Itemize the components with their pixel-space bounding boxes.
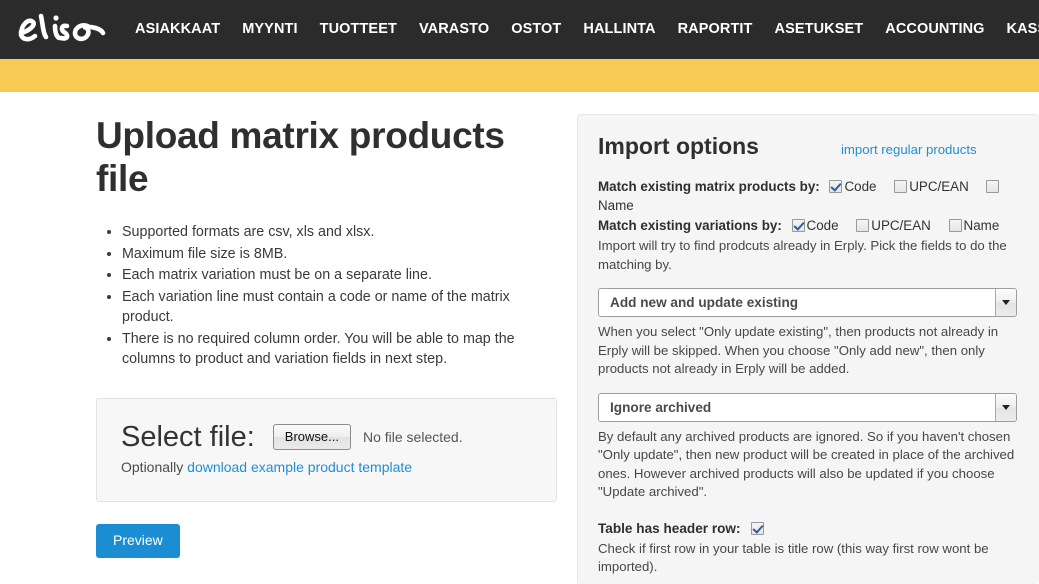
match-variations-row: Match existing variations by: Code UPC/E… [598,216,1017,235]
top-navigation-bar: ASIAKKAAT MYYNTI TUOTTEET VARASTO OSTOT … [0,0,1039,59]
list-item: Supported formats are csv, xls and xlsx. [122,222,536,243]
chevron-down-icon[interactable] [995,393,1016,421]
chevron-down-icon-glyph [1002,404,1010,410]
checkbox-variation-code[interactable] [791,219,805,232]
checkbox-matrix-code[interactable] [829,180,843,193]
select-file-row: Select file: Browse... No file selected. [121,421,532,453]
download-template-link[interactable]: download example product template [187,459,412,475]
import-mode-select-value[interactable]: Add new and update existing [599,289,995,316]
import-options-header: Import options import regular products [598,133,1017,160]
checkbox-variation-name-label: Name [963,218,1000,233]
optionally-label: Optionally [121,458,188,475]
optional-template-line: Optionally download example product temp… [121,459,532,475]
select-file-label: Select file: [121,420,255,453]
chevron-down-icon-glyph [1002,300,1010,305]
checkbox-variation-upcean[interactable] [856,219,870,232]
requirements-list: Supported formats are csv, xls and xlsx.… [96,222,536,370]
list-item: Maximum file size is 8MB. [122,244,536,265]
import-options-title: Import options [598,133,759,159]
nav-link-asiakkaat[interactable]: ASIAKKAAT [124,0,231,59]
nav-link-ostot[interactable]: OSTOT [500,0,572,59]
import-regular-products-link[interactable]: import regular products [841,142,977,157]
nav-link-myynti[interactable]: MYYNTI [231,0,308,59]
checkbox-matrix-upcean[interactable] [894,180,908,193]
page-body: Upload matrix products file Supported fo… [0,92,1039,584]
list-item: There is no required column order. You w… [122,329,536,370]
nav-link-asetukset[interactable]: ASETUKSET [764,0,875,59]
match-matrix-products-row: Match existing matrix products by: Code … [598,177,1017,215]
checkbox-table-header-row[interactable] [750,521,764,535]
archived-mode-select[interactable]: Ignore archived [598,392,1017,422]
import-mode-select[interactable]: Add new and update existing [598,288,1017,317]
table-header-row-block: Table has header row: Check if first row… [598,520,1017,577]
upload-section: Upload matrix products file Supported fo… [0,92,577,558]
import-options-panel: Import options import regular products M… [577,114,1039,584]
table-header-row-hint: Check if first row in your table is titl… [598,540,989,575]
accent-band [0,59,1039,92]
nav-link-tuotteet[interactable]: TUOTTEET [309,0,408,59]
elisa-logo[interactable] [16,10,108,50]
checkbox-variation-name[interactable] [948,219,962,232]
match-hint-text: Import will try to find prodcuts already… [598,238,1007,272]
select-file-panel: Select file: Browse... No file selected.… [96,397,557,502]
table-header-row-label: Table has header row: [598,520,741,536]
checkbox-variation-upcean-label: UPC/EAN [871,218,931,233]
match-variations-label: Match existing variations by: [598,218,782,233]
checkbox-variation-code-label: Code [806,218,839,233]
browse-button[interactable]: Browse... [272,423,351,450]
archived-mode-hint-text: By default any archived products are ign… [598,428,1015,500]
nav-link-hallinta[interactable]: HALLINTA [572,0,666,59]
archived-mode-select-value[interactable]: Ignore archived [599,393,995,421]
page-title: Upload matrix products file [96,115,505,199]
list-item: Each matrix variation must be on a separ… [122,265,536,286]
list-item: Each variation line must contain a code … [122,287,536,328]
checkbox-matrix-name-label: Name [598,198,634,213]
elisa-logo-dot [53,14,59,21]
no-file-selected-text: No file selected. [362,428,463,445]
preview-button[interactable]: Preview [96,523,180,558]
import-options-column: Import options import regular products M… [577,92,1039,584]
nav-link-varasto[interactable]: VARASTO [408,0,500,59]
checkbox-matrix-upcean-label: UPC/EAN [909,179,969,194]
match-matrix-products-label: Match existing matrix products by: [598,179,820,194]
elisa-logo-mark [18,13,106,41]
checkbox-matrix-code-label: Code [844,179,877,194]
nav-links: ASIAKKAAT MYYNTI TUOTTEET VARASTO OSTOT … [124,0,1039,59]
nav-link-kassa[interactable]: KASSA [996,0,1039,59]
import-mode-hint-text: When you select "Only update existing", … [598,324,999,376]
nav-link-raportit[interactable]: RAPORTIT [667,0,764,59]
checkbox-matrix-name[interactable] [986,180,1000,193]
chevron-down-icon[interactable] [995,289,1016,316]
nav-link-accounting[interactable]: ACCOUNTING [874,0,995,59]
